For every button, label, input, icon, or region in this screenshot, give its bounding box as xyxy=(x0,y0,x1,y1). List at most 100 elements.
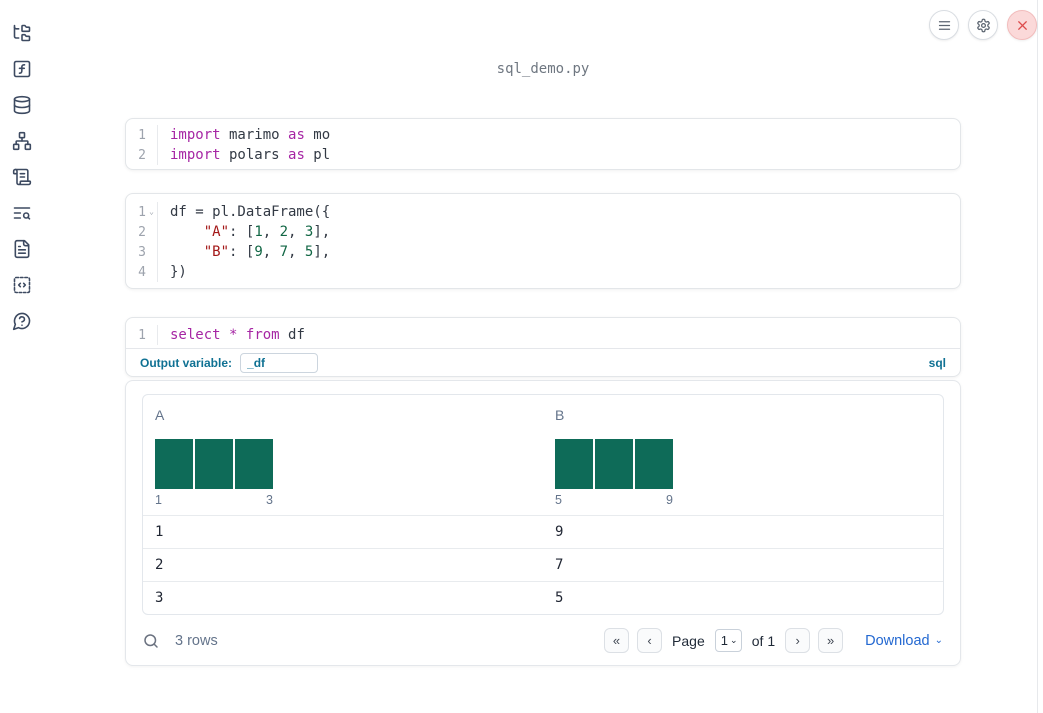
download-button[interactable]: Download ⌄ xyxy=(865,633,943,649)
code-line: 4}) xyxy=(126,262,960,282)
line-gutter: 4 xyxy=(126,262,158,282)
line-number: 1 xyxy=(138,127,146,143)
line-gutter: 2 xyxy=(126,222,158,242)
column-histogram[interactable] xyxy=(155,439,273,489)
table-cell: 2 xyxy=(155,557,164,573)
code-token: 1 xyxy=(254,224,263,240)
histogram-bar[interactable] xyxy=(635,439,673,489)
close-icon[interactable] xyxy=(1007,10,1037,40)
output-variable-input[interactable] xyxy=(240,353,319,373)
code-line: 1 import marimo as mo xyxy=(126,125,960,145)
code-token: mo xyxy=(304,127,331,143)
column-name[interactable]: A xyxy=(155,407,531,423)
help-icon[interactable] xyxy=(12,311,32,331)
column-name[interactable]: B xyxy=(555,407,931,423)
code-token: : [ xyxy=(229,244,255,260)
code-editor: 1 import marimo as mo 2 import polars as pl xyxy=(126,125,960,165)
histogram-bar[interactable] xyxy=(235,439,273,489)
sql-language-badge: sql xyxy=(928,356,946,370)
page-total: of 1 xyxy=(751,632,776,649)
function-square-icon[interactable] xyxy=(12,59,32,79)
table-row[interactable]: 27 xyxy=(143,548,943,581)
next-page-icon[interactable]: › xyxy=(785,628,811,653)
database-icon[interactable] xyxy=(12,95,32,115)
code-token: select xyxy=(170,327,221,343)
code-token: marimo xyxy=(220,127,289,143)
line-number: 4 xyxy=(138,264,146,280)
code-line: 1 select * from df xyxy=(126,325,960,345)
dependency-graph-icon[interactable] xyxy=(12,131,32,151)
table-cell: 5 xyxy=(555,590,564,606)
table-search-icon[interactable] xyxy=(12,203,32,223)
code-line: 1 ⌄ df = pl.DataFrame({ xyxy=(126,202,960,222)
output-area: A 1 3 B 5 9 192735 3 rows « ‹ Page 1 ⌄ o… xyxy=(125,380,961,666)
scrollbar-track[interactable] xyxy=(1037,0,1038,713)
histogram-min-label: 5 xyxy=(555,493,562,507)
histogram-labels: 1 3 xyxy=(155,493,273,509)
code-token: ], xyxy=(313,244,331,260)
code-token: import xyxy=(170,147,221,163)
code-token: from xyxy=(245,327,280,343)
histogram-bar[interactable] xyxy=(555,439,593,489)
download-label: Download xyxy=(865,632,930,649)
helper-sidebar xyxy=(0,0,44,713)
table-cell: 7 xyxy=(555,557,564,573)
page-label: Page xyxy=(672,632,705,649)
column-header-a[interactable]: A 1 3 xyxy=(143,395,543,515)
output-variable-label: Output variable: xyxy=(140,356,233,370)
code-text: import marimo as mo xyxy=(158,127,330,143)
table-header: A 1 3 B 5 9 xyxy=(143,395,943,515)
search-icon[interactable] xyxy=(142,632,160,650)
topbar-controls xyxy=(929,10,1037,40)
code-token: , xyxy=(262,244,280,260)
code-text: "A": [1, 2, 3], xyxy=(158,224,330,240)
histogram-bar[interactable] xyxy=(155,439,193,489)
code-line: 3 "B": [9, 7, 5], xyxy=(126,242,960,262)
line-number: 3 xyxy=(138,244,146,260)
code-token: ], xyxy=(313,224,331,240)
fold-toggle-icon[interactable]: ⌄ xyxy=(146,208,157,216)
line-gutter: 1 xyxy=(126,125,158,145)
code-cell-dataframe[interactable]: 1 ⌄ df = pl.DataFrame({2 "A": [1, 2, 3], 3 … xyxy=(125,193,961,289)
code-token: : [ xyxy=(229,224,255,240)
sql-cell[interactable]: 1 select * from df Output variable: sql xyxy=(125,317,961,377)
table-row[interactable]: 35 xyxy=(143,581,943,614)
code-text: select * from df xyxy=(158,327,305,343)
page-select[interactable]: 1 ⌄ xyxy=(714,629,742,652)
scroll-icon[interactable] xyxy=(12,167,32,187)
chevron-down-icon: ⌄ xyxy=(934,635,943,646)
file-tree-icon[interactable] xyxy=(12,23,32,43)
code-token: polars xyxy=(220,147,289,163)
column-histogram[interactable] xyxy=(555,439,673,489)
histogram-bar[interactable] xyxy=(595,439,633,489)
menu-icon[interactable] xyxy=(929,10,959,40)
code-line: 2 "A": [1, 2, 3], xyxy=(126,222,960,242)
code-token: pl xyxy=(304,147,331,163)
table-footer: 3 rows « ‹ Page 1 ⌄ of 1 › » Download ⌄ xyxy=(126,615,960,666)
table-row[interactable]: 19 xyxy=(143,515,943,548)
code-token: 9 xyxy=(254,244,263,260)
first-page-icon[interactable]: « xyxy=(604,628,630,653)
page-select-value: 1 xyxy=(720,633,728,648)
code-token: df xyxy=(279,327,305,343)
last-page-icon[interactable]: » xyxy=(818,628,844,653)
notebook-filename[interactable]: sql_demo.py xyxy=(125,61,961,77)
document-icon[interactable] xyxy=(12,239,32,259)
table-cell: 1 xyxy=(155,524,164,540)
line-gutter: 3 xyxy=(126,242,158,262)
code-cell-imports[interactable]: 1 import marimo as mo 2 import polars as pl xyxy=(125,118,961,170)
line-number: 2 xyxy=(138,147,146,163)
code-square-icon[interactable] xyxy=(12,275,32,295)
code-text: }) xyxy=(158,264,187,280)
histogram-bar[interactable] xyxy=(195,439,233,489)
sql-meta-row: Output variable: sql xyxy=(126,348,960,377)
pagination: « ‹ Page 1 ⌄ of 1 › » Download ⌄ xyxy=(604,628,943,653)
gear-icon[interactable] xyxy=(968,10,998,40)
prev-page-icon[interactable]: ‹ xyxy=(637,628,663,653)
code-token: , xyxy=(288,244,305,260)
column-header-b[interactable]: B 5 9 xyxy=(543,395,943,515)
